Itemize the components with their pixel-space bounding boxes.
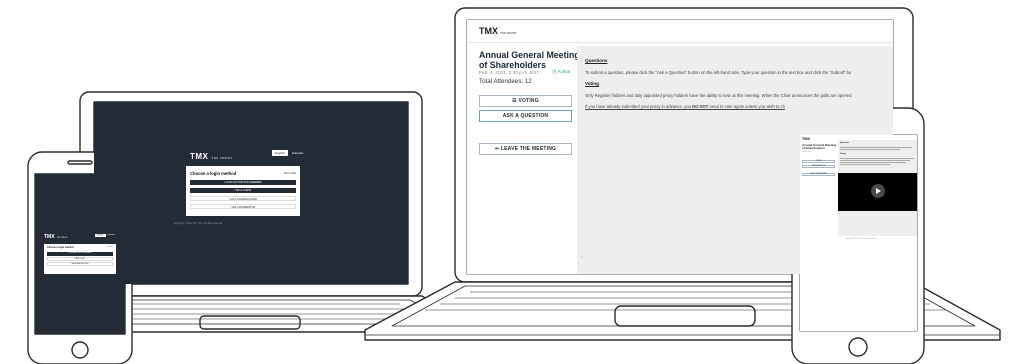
voting-button[interactable]: ☰ VOTING (479, 95, 572, 107)
lang-french-button[interactable]: Français (108, 234, 116, 236)
status-badge: ◷ Active (552, 70, 571, 75)
login-position-member-button[interactable]: LOGIN AS POSITION MEMBER (190, 180, 296, 185)
middle-laptop-screen: TMX TSX TRUST English Français Choose a lo… (94, 102, 408, 284)
text-line (840, 158, 914, 159)
ask-question-button[interactable]: ASK A QUESTION (479, 110, 572, 122)
shareholder-button[interactable]: I AM A SHAREHOLDER (47, 262, 113, 266)
secure-label: Secure (107, 246, 113, 248)
tmx-logo: TMX TSX TRUST (479, 26, 517, 36)
tmx-logo: TMX (802, 137, 811, 141)
shareholder-button[interactable]: I AM A SHAREHOLDER (190, 196, 296, 201)
meeting-info-panel: Questions Voting (838, 140, 917, 236)
top-bar: TMX TSX TRUST (467, 20, 893, 43)
video-player[interactable] (838, 173, 917, 211)
login-method-card: Choose a login method Secure LOGIN AS PO… (44, 244, 116, 274)
meeting-date: Feb. 4, 2021, 2:30 p.m. EST (479, 71, 540, 76)
questions-heading: Questions (585, 58, 608, 63)
login-card-title: Choose a login method (190, 171, 237, 176)
copyright-text: Copyright © 2021 TSX Trust. All rights r… (174, 223, 223, 225)
tmx-logo: TMX TSX TRUST (44, 234, 68, 240)
leave-meeting-button[interactable]: LEAVE THE MEETING (802, 173, 835, 177)
voting-heading: Voting (585, 81, 599, 86)
small-phone-screen: TMX TSX TRUST English Français Choose a lo… (35, 174, 125, 334)
text-line (840, 164, 890, 165)
login-card-title: Choose a login method (47, 246, 74, 249)
moderator-button[interactable]: I AM A MODERATOR (190, 204, 296, 209)
active-icon: ◷ (552, 70, 557, 75)
guest-button[interactable]: I AM A GUEST (190, 188, 296, 193)
login-position-member-button[interactable]: LOGIN AS POSITION MEMBER (47, 252, 113, 256)
text-line (840, 149, 900, 150)
language-switch[interactable]: English Français (95, 233, 116, 237)
guest-button[interactable]: I AM A GUEST (47, 257, 113, 261)
exit-icon: ⇦ (494, 146, 500, 152)
secure-label: SECURE (283, 171, 296, 175)
login-method-card: Choose a login method SECURE LOGIN AS PO… (186, 166, 300, 216)
scroll-arrow-icon[interactable]: ‹ (581, 254, 583, 260)
play-icon[interactable] (871, 184, 885, 198)
text-line (840, 160, 910, 161)
meeting-title: Annual General Meeting of Shareholders (802, 143, 837, 151)
copyright-text: Copyright © 2021 TSX Trust. All rights r… (845, 239, 877, 240)
attendee-count: Total Attendees: 12 (479, 78, 532, 85)
ballot-icon: ☰ (512, 98, 517, 104)
text-line (840, 147, 912, 148)
questions-text: To submit a question, please click the "… (585, 70, 852, 75)
lang-french-button[interactable]: Français (292, 151, 304, 155)
meeting-title: Annual General Meeting of Shareholders (479, 50, 580, 70)
ask-question-button[interactable]: ASK A QUESTION (802, 165, 835, 169)
proxy-text: If you have already submitted your proxy… (585, 104, 785, 109)
lang-english-button[interactable]: English (95, 233, 106, 237)
tmx-logo: TMX TSX TRUST (190, 152, 233, 161)
voting-text: Only Register holders and duly appointed… (585, 93, 852, 98)
voting-heading: Voting (840, 153, 846, 155)
lang-english-button[interactable]: English (272, 150, 288, 156)
questions-heading: Questions (840, 142, 850, 144)
text-line (840, 162, 906, 163)
voting-button[interactable]: VOTING (802, 160, 835, 164)
language-switch[interactable]: English Français (272, 150, 304, 156)
right-phone-screen: TMX Annual General Meeting of Shareholde… (800, 135, 917, 331)
leave-meeting-button[interactable]: ⇦ LEAVE THE MEETING (479, 143, 572, 155)
meeting-date: Feb. 4, 2021 (802, 152, 811, 153)
